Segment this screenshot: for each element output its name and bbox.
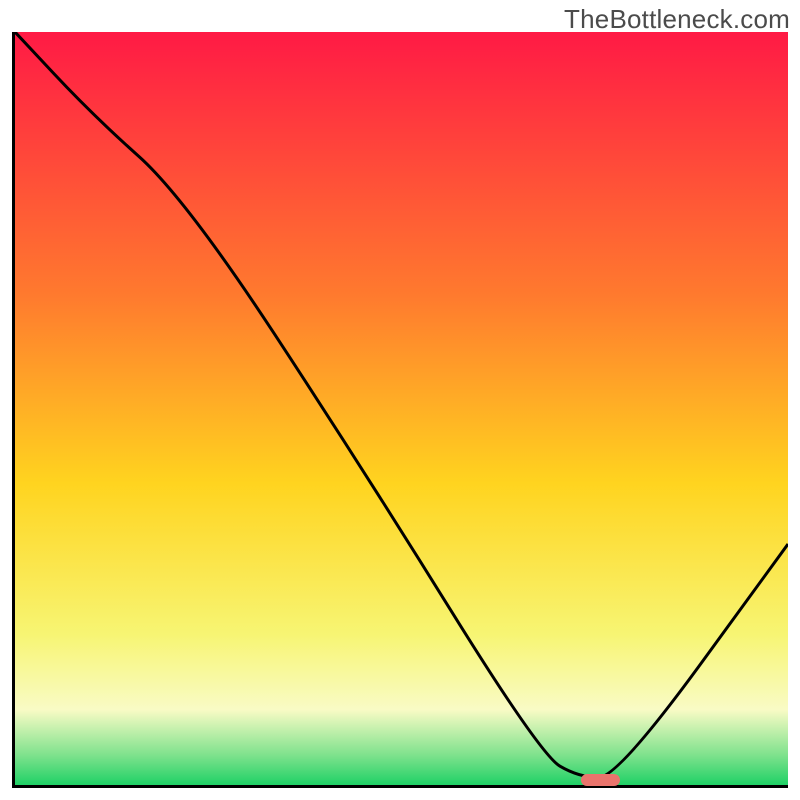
optimal-marker	[581, 774, 620, 786]
bottleneck-curve-path	[15, 32, 788, 777]
chart-frame: TheBottleneck.com	[0, 0, 800, 800]
watermark-text: TheBottleneck.com	[564, 4, 790, 35]
curve-svg	[15, 32, 788, 785]
plot-area	[12, 32, 788, 788]
